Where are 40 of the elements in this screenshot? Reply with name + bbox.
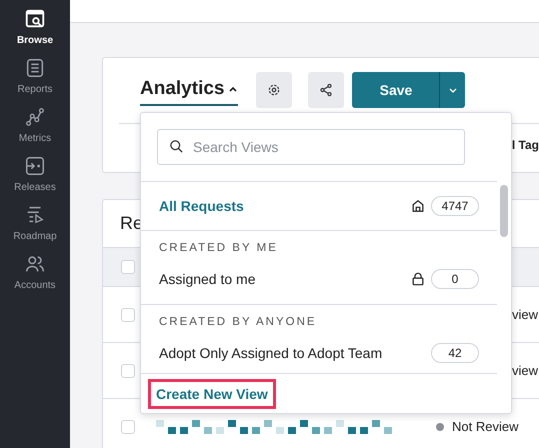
checkbox[interactable] bbox=[121, 308, 135, 322]
view-selector[interactable]: Analytics bbox=[140, 78, 238, 106]
search-field[interactable]: Search Views bbox=[157, 129, 465, 165]
sidebar-item[interactable]: Browse bbox=[1, 8, 69, 46]
settings-icon bbox=[267, 83, 282, 97]
status-text: view bbox=[512, 307, 538, 322]
home-icon bbox=[411, 199, 425, 213]
reports-icon bbox=[24, 57, 46, 79]
sidebar-item[interactable]: Roadmap bbox=[1, 204, 69, 242]
status-dot bbox=[436, 422, 444, 430]
sidebar-item[interactable]: Reports bbox=[1, 57, 69, 95]
share-icon bbox=[319, 83, 334, 97]
metrics-icon bbox=[24, 106, 46, 128]
save-options-button[interactable] bbox=[439, 72, 466, 108]
settings-button[interactable] bbox=[256, 72, 292, 108]
tab-label[interactable]: l Tag bbox=[512, 138, 539, 152]
view-item[interactable]: All Requests 4747 bbox=[141, 182, 497, 231]
create-view-link[interactable]: Create New View bbox=[148, 378, 276, 409]
save-button[interactable]: Save bbox=[352, 72, 440, 108]
browse-icon bbox=[24, 8, 46, 30]
checkbox[interactable] bbox=[121, 420, 135, 434]
status-text: view bbox=[512, 363, 538, 378]
share-button[interactable] bbox=[308, 72, 344, 108]
sidebar-item[interactable]: Releases bbox=[1, 155, 69, 193]
view-item[interactable]: Adopt Only Assigned to Adopt Team 42 bbox=[141, 328, 497, 374]
releases-icon bbox=[24, 155, 46, 177]
section-heading: CREATED BY ANYONE bbox=[158, 315, 318, 328]
sidebar-item[interactable]: Accounts bbox=[1, 253, 69, 291]
checkbox[interactable] bbox=[121, 260, 135, 274]
checkbox[interactable] bbox=[121, 364, 135, 378]
status-text: Not Review bbox=[452, 419, 518, 434]
scrollbar-thumb[interactable] bbox=[500, 185, 508, 237]
count-badge: 0 bbox=[431, 269, 479, 289]
search-icon bbox=[169, 139, 184, 154]
caret-icon bbox=[228, 84, 238, 94]
section-heading: CREATED BY ME bbox=[158, 241, 279, 254]
count-badge: 4747 bbox=[431, 196, 479, 216]
count-badge: 42 bbox=[431, 343, 479, 363]
view-item[interactable]: Assigned to me 0 bbox=[141, 254, 497, 304]
sidebar-item[interactable]: Metrics bbox=[1, 106, 69, 144]
